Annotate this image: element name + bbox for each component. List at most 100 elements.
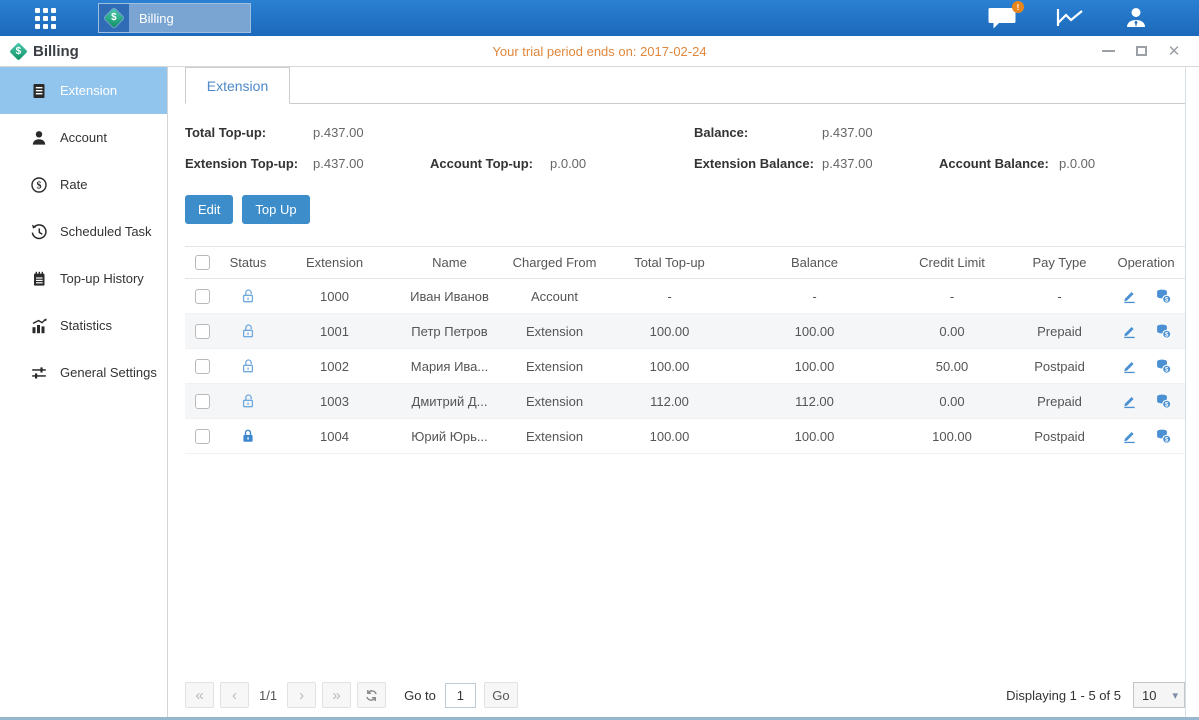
maximize-icon[interactable] <box>1130 41 1152 61</box>
cell-total-topup: 112.00 <box>602 394 737 409</box>
goto-label: Go to <box>404 688 436 703</box>
sidebar-item-scheduled-task[interactable]: Scheduled Task <box>0 208 167 255</box>
sidebar-item-label: General Settings <box>60 365 157 380</box>
reports-icon[interactable] <box>1055 7 1085 29</box>
edit-row-icon[interactable] <box>1121 428 1137 444</box>
row-checkbox[interactable] <box>195 289 210 304</box>
row-checkbox[interactable] <box>195 394 210 409</box>
cell-credit-limit: 100.00 <box>892 429 1012 444</box>
topup-history-icon <box>30 270 48 288</box>
first-page-button[interactable]: « <box>185 682 214 708</box>
sidebar-item-rate[interactable]: $ Rate <box>0 161 167 208</box>
row-checkbox[interactable] <box>195 429 210 444</box>
cell-charged-from: Account <box>507 289 602 304</box>
app-window: $ Billing ! <box>0 0 1199 720</box>
cell-pay-type: - <box>1012 289 1107 304</box>
messages-icon[interactable]: ! <box>987 6 1017 30</box>
top-up-row-icon[interactable]: $ <box>1155 428 1172 444</box>
column-name: Name <box>392 255 507 270</box>
minimize-icon[interactable] <box>1097 41 1119 61</box>
cell-name: Юрий Юрь... <box>392 429 507 444</box>
notification-badge: ! <box>1012 1 1024 13</box>
close-icon[interactable]: ✕ <box>1163 41 1185 61</box>
balance-value: p.437.00 <box>822 125 939 140</box>
edit-row-icon[interactable] <box>1121 288 1137 304</box>
extension-topup-value: p.437.00 <box>313 156 430 171</box>
cell-total-topup: 100.00 <box>602 324 737 339</box>
column-total-topup: Total Top-up <box>602 255 737 270</box>
table-row: 1003 Дмитрий Д... Extension 112.00 112.0… <box>185 384 1185 419</box>
extension-balance-value: p.437.00 <box>822 156 939 171</box>
balance-label: Balance: <box>694 125 822 140</box>
sidebar-item-statistics[interactable]: Statistics <box>0 302 167 349</box>
status-locked-icon <box>240 428 256 444</box>
cell-extension: 1002 <box>277 359 392 374</box>
next-page-button[interactable]: › <box>287 682 316 708</box>
goto-page-input[interactable] <box>445 683 476 708</box>
tabstrip: Extension <box>185 67 1185 104</box>
go-button[interactable]: Go <box>484 682 518 708</box>
billing-app-icon: $ <box>99 4 129 32</box>
table-row: 1004 Юрий Юрь... Extension 100.00 100.00… <box>185 419 1185 454</box>
cell-credit-limit: 0.00 <box>892 324 1012 339</box>
status-unlocked-icon <box>240 288 256 304</box>
cell-charged-from: Extension <box>507 359 602 374</box>
column-extension: Extension <box>277 255 392 270</box>
edit-row-icon[interactable] <box>1121 323 1137 339</box>
account-topup-label: Account Top-up: <box>430 156 550 171</box>
row-checkbox[interactable] <box>195 359 210 374</box>
account-balance-value: p.0.00 <box>1059 156 1095 171</box>
top-up-button[interactable]: Top Up <box>242 195 309 224</box>
total-topup-value: p.437.00 <box>313 125 430 140</box>
top-up-row-icon[interactable]: $ <box>1155 323 1172 339</box>
edit-button[interactable]: Edit <box>185 195 233 224</box>
user-icon[interactable] <box>1123 6 1149 30</box>
sidebar-item-general-settings[interactable]: General Settings <box>0 349 167 396</box>
refresh-button[interactable] <box>357 682 386 708</box>
taskbar-billing-tab[interactable]: $ Billing <box>98 3 251 33</box>
cell-balance: 100.00 <box>737 359 892 374</box>
account-icon <box>30 129 48 147</box>
table-header: Status Extension Name Charged From Total… <box>185 246 1185 279</box>
cell-name: Иван Иванов <box>392 289 507 304</box>
sidebar-item-topup-history[interactable]: Top-up History <box>0 255 167 302</box>
row-checkbox[interactable] <box>195 324 210 339</box>
cell-total-topup: 100.00 <box>602 429 737 444</box>
top-up-row-icon[interactable]: $ <box>1155 358 1172 374</box>
last-page-button[interactable]: » <box>322 682 351 708</box>
apps-grid-icon[interactable] <box>35 8 56 29</box>
chevron-down-icon: ▾ <box>1172 689 1178 702</box>
column-charged-from: Charged From <box>507 255 602 270</box>
statistics-icon <box>30 317 48 335</box>
cell-credit-limit: 50.00 <box>892 359 1012 374</box>
cell-pay-type: Postpaid <box>1012 359 1107 374</box>
cell-balance: 100.00 <box>737 429 892 444</box>
page-size-select[interactable]: 10 ▾ <box>1133 682 1185 708</box>
column-pay-type: Pay Type <box>1012 255 1107 270</box>
column-operation: Operation <box>1107 255 1185 270</box>
sidebar-item-label: Scheduled Task <box>60 224 152 239</box>
account-balance-label: Account Balance: <box>939 156 1059 171</box>
cell-extension: 1001 <box>277 324 392 339</box>
prev-page-button[interactable]: ‹ <box>220 682 249 708</box>
cell-credit-limit: 0.00 <box>892 394 1012 409</box>
select-all-checkbox[interactable] <box>195 255 210 270</box>
edit-row-icon[interactable] <box>1121 358 1137 374</box>
sidebar-item-label: Extension <box>60 83 117 98</box>
cell-credit-limit: - <box>892 289 1012 304</box>
extension-balance-label: Extension Balance: <box>694 156 822 171</box>
displaying-text: Displaying 1 - 5 of 5 <box>1006 688 1121 703</box>
table-row: 1000 Иван Иванов Account - - - - $ <box>185 279 1185 314</box>
sidebar-item-extension[interactable]: Extension <box>0 67 167 114</box>
top-up-row-icon[interactable]: $ <box>1155 393 1172 409</box>
sidebar-item-account[interactable]: Account <box>0 114 167 161</box>
rate-icon: $ <box>30 176 48 194</box>
top-up-row-icon[interactable]: $ <box>1155 288 1172 304</box>
cell-extension: 1000 <box>277 289 392 304</box>
extension-table-body: 1000 Иван Иванов Account - - - - $ <box>185 279 1185 454</box>
cell-name: Дмитрий Д... <box>392 394 507 409</box>
column-status: Status <box>219 255 277 270</box>
edit-row-icon[interactable] <box>1121 393 1137 409</box>
column-credit-limit: Credit Limit <box>892 255 1012 270</box>
tab-extension[interactable]: Extension <box>185 67 290 104</box>
